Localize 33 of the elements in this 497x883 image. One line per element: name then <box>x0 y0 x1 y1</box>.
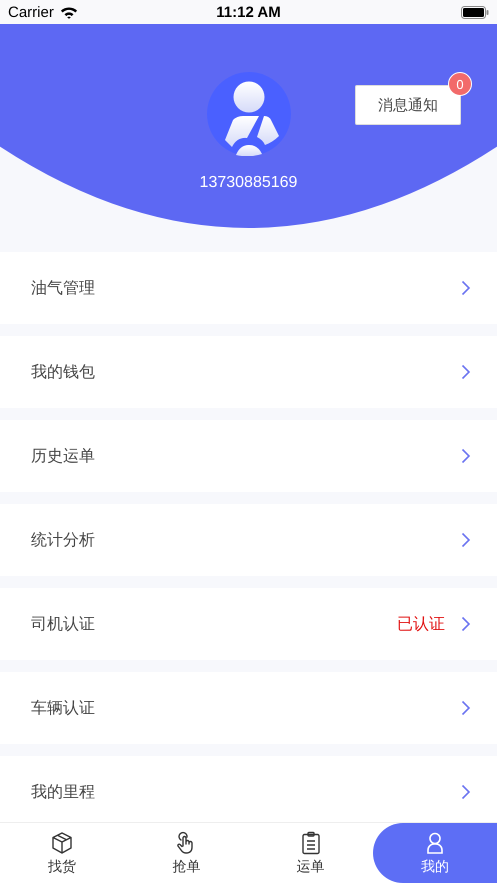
verified-status: 已认证 <box>397 614 445 634</box>
menu-label: 司机认证 <box>31 614 96 634</box>
menu-item[interactable]: 历史运单 <box>0 420 497 492</box>
status-time: 11:12 AM <box>216 4 281 20</box>
chevron-right-icon <box>461 700 471 716</box>
chevron-right-icon <box>461 280 471 296</box>
tab-item[interactable]: 抢单 <box>124 823 248 883</box>
chevron-right-icon <box>461 532 471 548</box>
avatar-icon <box>206 72 290 156</box>
menu-label: 车辆认证 <box>31 698 96 718</box>
tab-item[interactable]: 我的 <box>372 823 497 883</box>
menu-item[interactable]: 我的里程 <box>0 756 497 822</box>
chevron-right-icon <box>461 784 471 800</box>
menu-item[interactable]: 油气管理 <box>0 252 497 324</box>
tab-item[interactable]: 运单 <box>248 823 373 883</box>
chevron-right-icon <box>461 616 471 632</box>
box-icon <box>50 830 74 854</box>
phone-number: 13730885169 <box>200 174 298 192</box>
wifi-icon <box>60 6 78 18</box>
menu-label: 我的里程 <box>31 782 96 802</box>
battery-icon <box>461 6 489 18</box>
tab-item[interactable]: 找货 <box>0 823 124 883</box>
menu-label: 历史运单 <box>31 446 96 466</box>
menu-item[interactable]: 我的钱包 <box>0 336 497 408</box>
chevron-right-icon <box>461 448 471 464</box>
menu-label: 我的钱包 <box>31 362 96 382</box>
menu-label: 油气管理 <box>31 278 96 298</box>
menu-item[interactable]: 车辆认证 <box>0 672 497 744</box>
carrier-name: Carrier <box>8 4 54 20</box>
menu-item[interactable]: 司机认证 已认证 <box>0 588 497 660</box>
chevron-right-icon <box>461 364 471 380</box>
menu-label: 统计分析 <box>31 530 96 550</box>
menu-item[interactable]: 统计分析 <box>0 504 497 576</box>
